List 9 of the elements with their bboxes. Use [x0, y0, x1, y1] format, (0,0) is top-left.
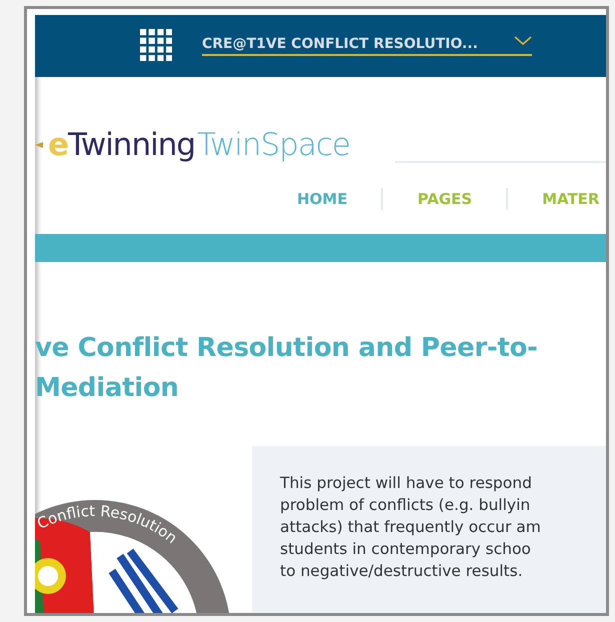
- project-heading: ve Conflict Resolution and Peer-to- Mediation: [35, 332, 539, 405]
- project-description: This project will have to respond problem of conflicts (e.g. bullyin attacks) that frequently occur am students in contemporary schoo to negative/destructive results.: [280, 473, 542, 582]
- nav-link[interactable]: MATER: [542, 190, 600, 208]
- nav-link[interactable]: PAGES: [417, 190, 472, 208]
- etwinning-logo[interactable]: eTwinningTwinSpace: [35, 127, 350, 163]
- nav-link[interactable]: HOME: [297, 190, 348, 208]
- chevron-down-icon: [514, 36, 532, 46]
- apps-grid-icon[interactable]: [140, 29, 172, 61]
- project-dropdown[interactable]: CRE@T1VE CONFLICT RESOLUTIO...: [202, 36, 532, 56]
